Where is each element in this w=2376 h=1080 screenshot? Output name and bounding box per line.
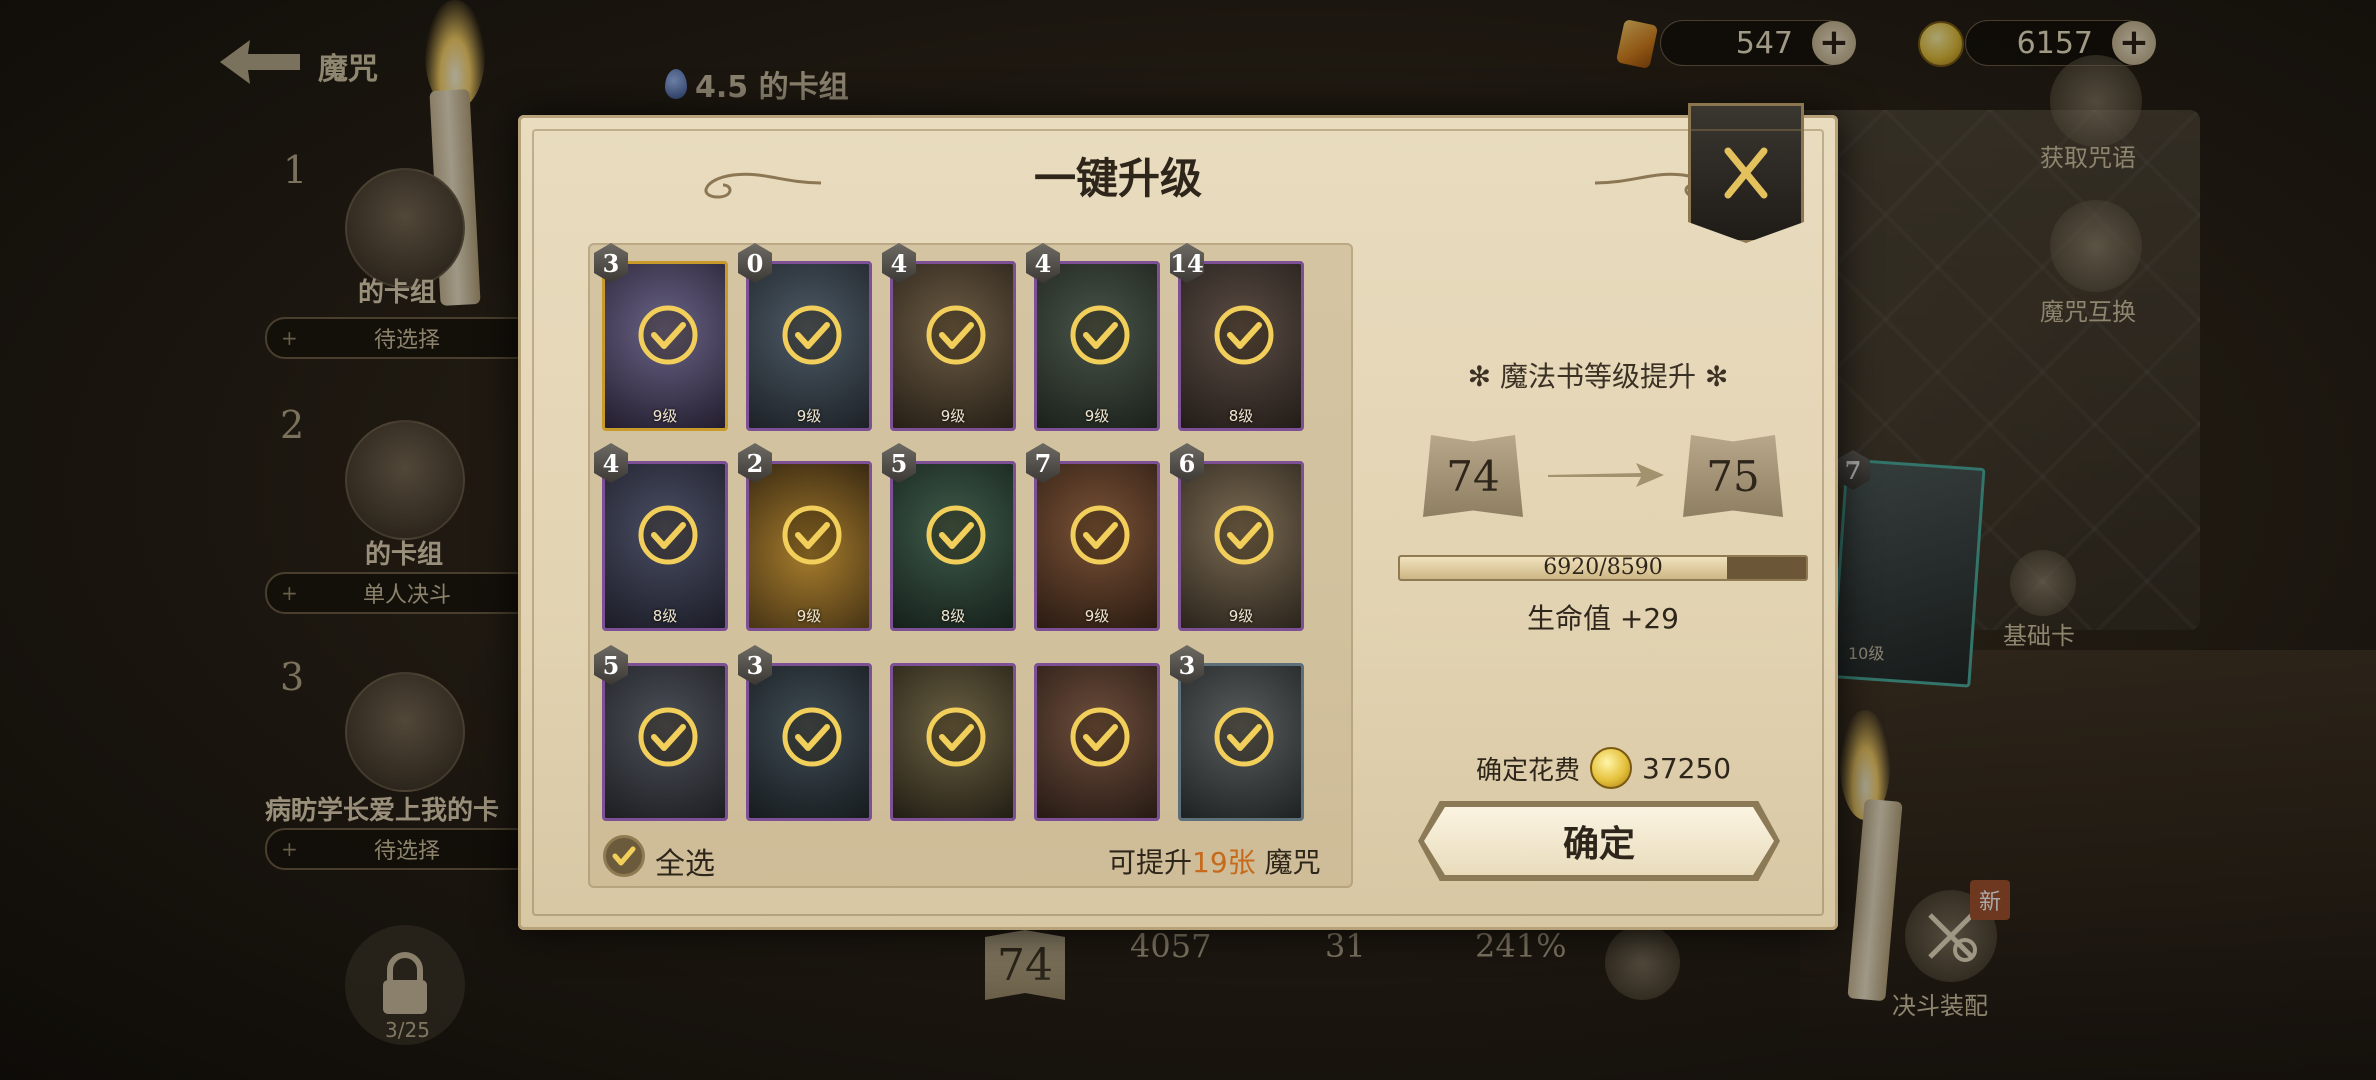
card-level: 8级 (940, 607, 966, 625)
card-level: 9级 (1084, 607, 1110, 625)
check-icon (638, 707, 698, 767)
cost-group: 确定花费 37250 (1476, 747, 1731, 789)
spell-card[interactable] (746, 663, 872, 821)
close-button[interactable] (1688, 103, 1804, 243)
card-level: 9级 (940, 407, 966, 425)
check-icon (926, 707, 986, 767)
select-all-checkbox[interactable] (603, 835, 645, 877)
upgrade-prefix: 可提升 (1108, 846, 1193, 879)
check-icon (1070, 505, 1130, 565)
spell-card[interactable] (602, 663, 728, 821)
level-up-title: ✻ 魔法书等级提升 ✻ (1467, 360, 1729, 393)
card-level: 8级 (652, 607, 678, 625)
spell-card[interactable]: 8级 (1178, 261, 1304, 431)
level-up-title-text: 魔法书等级提升 (1499, 360, 1696, 393)
check-icon (1214, 707, 1274, 767)
upgrade-count-text: 可提升19张 魔咒 (1108, 841, 1321, 881)
spell-card[interactable]: 9级 (746, 461, 872, 631)
upgrade-suffix: 魔咒 (1264, 846, 1321, 879)
level-to-badge: 75 (1683, 435, 1783, 517)
level-from-badge: 74 (1423, 435, 1523, 517)
coin-icon (1590, 747, 1633, 789)
check-icon (638, 305, 698, 365)
check-icon (1070, 305, 1130, 365)
close-icon (1724, 147, 1768, 199)
spell-card[interactable]: 9级 (890, 261, 1016, 431)
check-icon (926, 505, 986, 565)
spell-card[interactable]: 8级 (890, 461, 1016, 631)
cost-value: 37250 (1642, 751, 1732, 785)
check-icon (782, 505, 842, 565)
spell-card[interactable]: 9级 (746, 261, 872, 431)
spell-card[interactable]: 8级 (602, 461, 728, 631)
card-level: 9级 (1084, 407, 1110, 425)
level-progress-text: 6920/8590 (1543, 555, 1663, 580)
spell-card[interactable] (1034, 663, 1160, 821)
modal-title: 一键升级 (1033, 154, 1202, 203)
upgrade-count: 19张 (1192, 846, 1256, 879)
check-icon (1214, 305, 1274, 365)
card-level: 9级 (1228, 607, 1254, 625)
check-icon (1214, 505, 1274, 565)
hp-bonus-text: 生命值 +29 (1527, 602, 1679, 635)
spell-card[interactable]: 9级 (1034, 461, 1160, 631)
check-icon (612, 846, 636, 866)
card-grid: 9级 3 9级 0 9级 4 9级 4 8级 14 8级 4 9级 2 8级 5… (588, 243, 1353, 888)
check-icon (782, 707, 842, 767)
select-all-label: 全选 (655, 847, 715, 882)
check-icon (782, 305, 842, 365)
upgrade-modal: 一键升级 9级 3 9级 0 9级 4 9级 4 8级 14 8级 4 9级 2… (518, 103, 1838, 930)
card-level: 9级 (652, 407, 678, 425)
check-icon (926, 305, 986, 365)
check-icon (638, 505, 698, 565)
spell-card[interactable] (890, 663, 1016, 821)
arrow-right-icon (1548, 463, 1664, 487)
card-level: 8级 (1228, 407, 1254, 425)
spell-card[interactable]: 9级 (602, 261, 728, 431)
spell-card[interactable]: 9级 (1178, 461, 1304, 631)
confirm-button[interactable]: 确定 (1424, 807, 1774, 875)
spell-card[interactable] (1178, 663, 1304, 821)
check-icon (1070, 707, 1130, 767)
card-level: 9级 (796, 407, 822, 425)
spell-card[interactable]: 9级 (1034, 261, 1160, 431)
card-level: 9级 (796, 607, 822, 625)
cost-label: 确定花费 (1476, 755, 1581, 786)
